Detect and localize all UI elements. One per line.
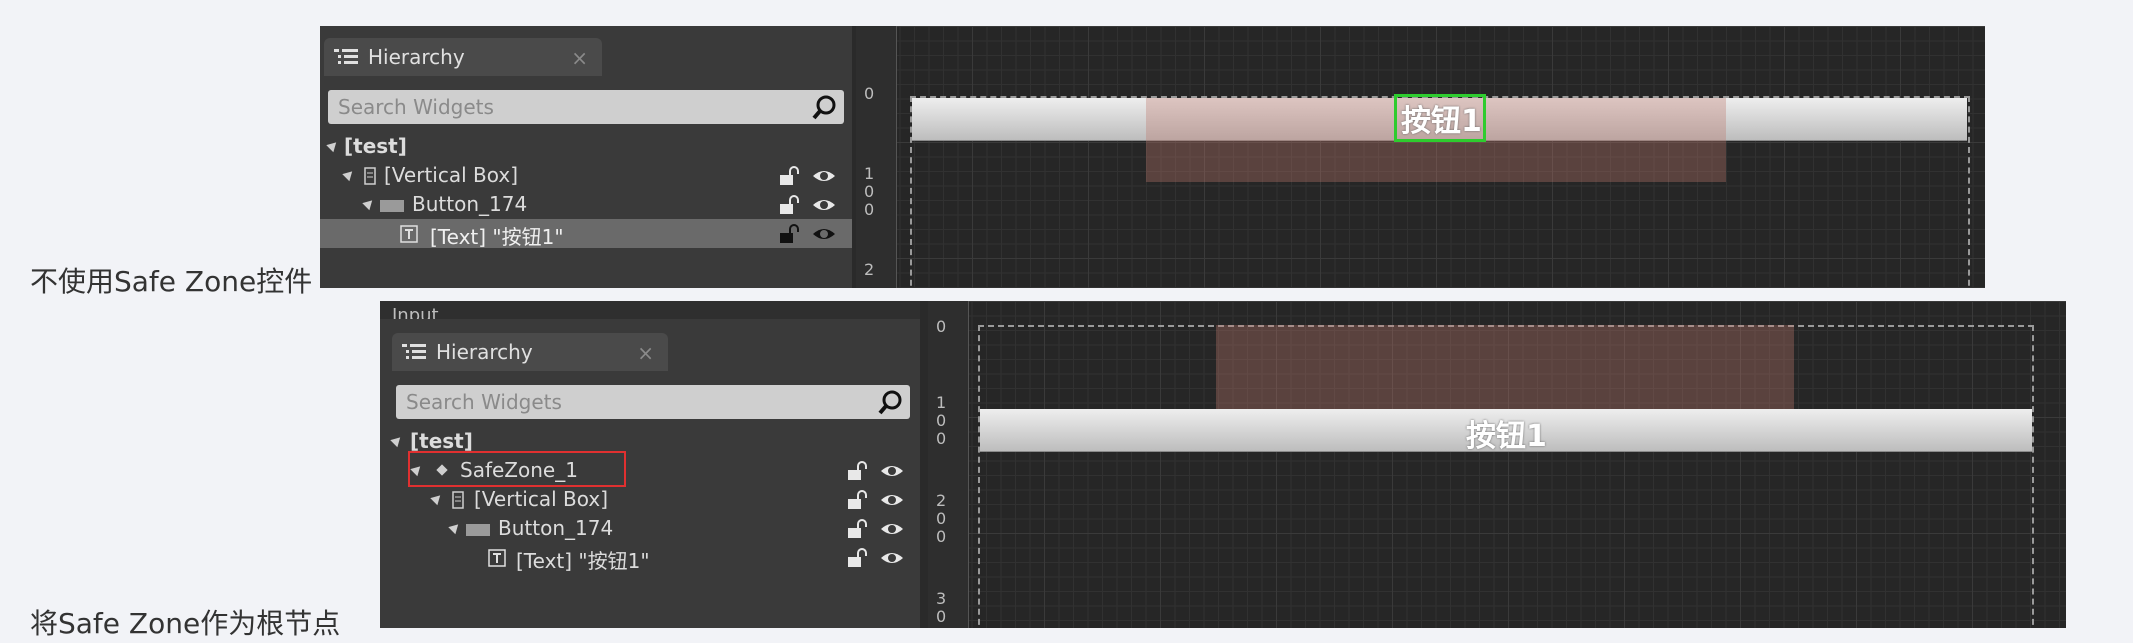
input-label: Input [392, 305, 439, 319]
tree-item-label: [Vertical Box] [384, 163, 519, 187]
ruler-label: 2 [936, 491, 947, 510]
close-icon[interactable]: × [571, 46, 588, 70]
ruler-label: 2 [864, 260, 875, 279]
safezone-highlight-box [408, 451, 626, 487]
ruler-label: 0 [936, 607, 947, 626]
lock-icon[interactable] [846, 461, 868, 481]
tree-item-label: [Text] "按钮1" [516, 549, 650, 573]
ruler-label: 1 [936, 393, 947, 412]
tree-item-label: Button_174 [498, 516, 614, 540]
input-section-partial: Input [380, 301, 920, 319]
caption-safe-zone-root: 将Safe Zone作为根节点 [30, 607, 341, 640]
tree-item-label: [Vertical Box] [474, 487, 609, 511]
search-placeholder: Search Widgets [406, 390, 562, 414]
search-placeholder: Search Widgets [338, 95, 494, 119]
close-icon[interactable]: × [637, 341, 654, 365]
ruler-label: 0 [936, 429, 947, 448]
tree-item-root[interactable]: [test] [320, 132, 852, 161]
eye-icon[interactable] [812, 225, 836, 243]
ruler-label: 0 [936, 527, 947, 546]
tree-item-label: [Text] "按钮1" [430, 225, 564, 249]
vertical-box-icon [452, 491, 464, 509]
expand-arrow-icon[interactable] [448, 520, 462, 535]
lock-icon[interactable] [846, 519, 868, 539]
expand-arrow-icon[interactable] [390, 433, 404, 448]
tab-label: Hierarchy [368, 45, 465, 69]
hierarchy-panel: Input Hierarchy × Search Widgets [test] [380, 301, 920, 628]
expand-arrow-icon[interactable] [362, 196, 376, 211]
ruler-label: 0 [936, 509, 947, 528]
vertical-ruler: 0 1 0 0 2 0 0 3 0 [928, 301, 969, 628]
vertical-box-icon [364, 167, 376, 185]
eye-icon[interactable] [880, 491, 904, 509]
hierarchy-icon [334, 49, 358, 64]
ruler-label: 0 [936, 317, 947, 336]
ruler-label: 3 [936, 589, 947, 608]
screenshot-safe-zone-root: Input Hierarchy × Search Widgets [test] [380, 301, 2066, 628]
text-widget-icon [488, 549, 506, 567]
expand-arrow-icon[interactable] [430, 491, 444, 506]
designer-canvas[interactable]: 0 1 0 0 2 0 0 3 0 按钮1 [928, 301, 2066, 628]
caption-without-safe-zone: 不使用Safe Zone控件 [30, 265, 313, 298]
tree-item-text[interactable]: [Text] "按钮1" [320, 219, 852, 249]
tree-item-label: Button_174 [412, 192, 528, 216]
eye-icon[interactable] [880, 549, 904, 567]
eye-icon[interactable] [812, 196, 836, 214]
tree-item-vertical-box[interactable]: [Vertical Box] [320, 161, 852, 190]
unsafe-area-overlay [1216, 325, 1794, 409]
ruler-label: 0 [864, 182, 875, 201]
lock-icon[interactable] [846, 548, 868, 568]
button-text: 按钮1 [1401, 104, 1482, 139]
hierarchy-icon [402, 344, 426, 359]
button-widget-icon [466, 524, 490, 536]
eye-icon[interactable] [880, 462, 904, 480]
eye-icon[interactable] [812, 167, 836, 185]
ruler-label: 0 [864, 84, 875, 103]
expand-arrow-icon[interactable] [326, 138, 340, 153]
lock-icon[interactable] [778, 166, 800, 186]
eye-icon[interactable] [880, 520, 904, 538]
lock-icon[interactable] [778, 195, 800, 215]
lock-icon[interactable] [778, 224, 800, 244]
screenshot-without-safe-zone: Hierarchy × Search Widgets [test] [Verti… [320, 26, 1985, 288]
tab-hierarchy[interactable]: Hierarchy × [392, 333, 668, 371]
tree-item-button[interactable]: Button_174 [380, 514, 920, 543]
ruler-label: 1 [864, 164, 875, 183]
text-widget-icon [400, 225, 418, 243]
search-icon[interactable] [878, 389, 904, 415]
expand-arrow-icon[interactable] [342, 167, 356, 182]
lock-icon[interactable] [846, 490, 868, 510]
tree-item-vertical-box[interactable]: [Vertical Box] [380, 485, 920, 514]
vertical-ruler: 0 1 0 0 2 [856, 26, 897, 288]
tree-item-button[interactable]: Button_174 [320, 190, 852, 219]
search-icon[interactable] [812, 94, 838, 120]
ruler-label: 0 [936, 411, 947, 430]
tab-hierarchy[interactable]: Hierarchy × [324, 38, 602, 76]
button-text: 按钮1 [1466, 419, 1547, 454]
button-widget-icon [380, 200, 404, 212]
designer-canvas[interactable]: 0 1 0 0 2 按钮1 [856, 26, 1985, 288]
ruler-label: 0 [864, 200, 875, 219]
tab-label: Hierarchy [436, 340, 533, 364]
hierarchy-panel: Hierarchy × Search Widgets [test] [Verti… [320, 26, 852, 288]
tree-item-label: [test] [410, 429, 473, 453]
tree-item-label: [test] [344, 134, 407, 158]
search-input[interactable]: Search Widgets [328, 90, 844, 124]
search-input[interactable]: Search Widgets [396, 385, 910, 419]
tree-item-text[interactable]: [Text] "按钮1" [380, 543, 920, 573]
